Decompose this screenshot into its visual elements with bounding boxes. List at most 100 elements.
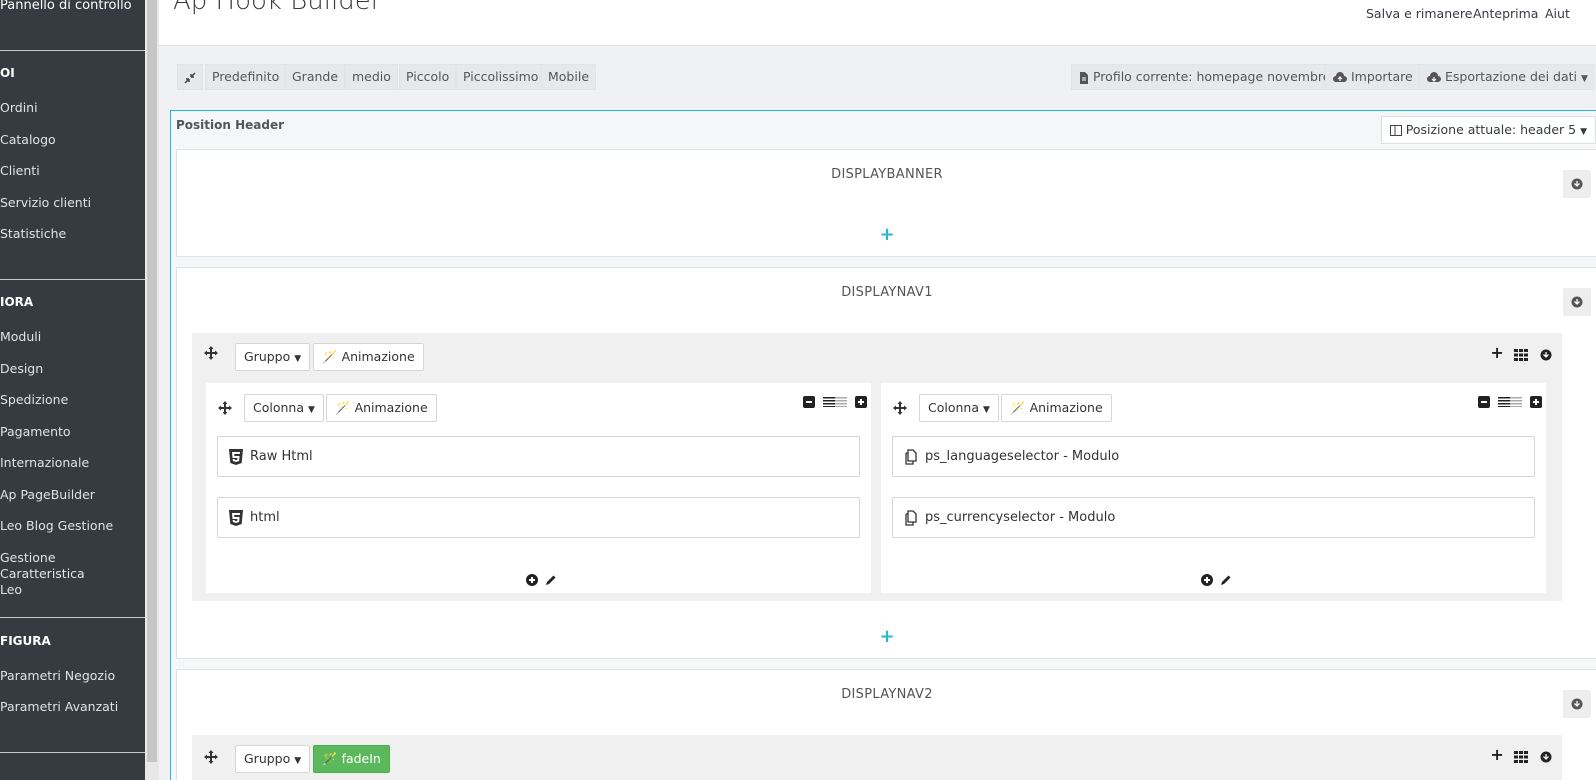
hook-displaybanner: DISPLAYBANNER + <box>176 149 1596 257</box>
sidebar-item-pagamento[interactable]: Pagamento <box>0 424 140 440</box>
caret-down-icon: ▼ <box>294 756 302 766</box>
hook-collapse-button[interactable] <box>1563 170 1591 198</box>
move-icon[interactable] <box>218 400 232 419</box>
profile-label: Profilo corrente: homepage novembre <box>1092 69 1331 84</box>
scrollbar-thumb[interactable] <box>147 0 157 762</box>
position-header-panel: Position Header Posizione attuale: heade… <box>170 110 1596 780</box>
move-icon[interactable] <box>204 749 218 768</box>
import-button[interactable]: Importare <box>1325 64 1421 90</box>
sidebar-section-orders: OI <box>0 66 15 80</box>
animation-label: Animazione <box>354 400 428 415</box>
arrow-circle-down-icon <box>1571 698 1583 710</box>
current-position-dropdown[interactable]: Posizione attuale: header 5 ▼ <box>1380 116 1596 144</box>
sidebar-item-ap-pagebuilder[interactable]: Ap PageBuilder <box>0 487 140 503</box>
export-dropdown[interactable]: Esportazione dei dati ▼ <box>1419 64 1595 90</box>
sidebar-scrollbar[interactable] <box>145 0 159 780</box>
module-ps-currencyselector[interactable]: ps_currencyselector - Modulo <box>892 497 1535 538</box>
preview-link[interactable]: Anteprima <box>1473 6 1538 21</box>
group-dropdown[interactable]: Gruppo ▼ <box>235 343 311 371</box>
add-group-button[interactable]: + <box>177 626 1596 647</box>
module-raw-html[interactable]: Raw Html <box>217 436 860 477</box>
sidebar-section-config: FIGURA <box>0 634 51 648</box>
plus-square-icon[interactable] <box>1530 395 1542 408</box>
add-column-icon[interactable]: + <box>1490 745 1503 764</box>
group-actions: + <box>1490 745 1552 764</box>
animation-label: fadeIn <box>341 751 381 766</box>
copy-icon <box>905 509 917 526</box>
arrow-circle-down-icon[interactable] <box>1540 751 1552 763</box>
arrow-circle-down-icon[interactable] <box>1540 349 1552 361</box>
width-bars-icon[interactable] <box>1497 396 1522 407</box>
sidebar-item-servizio-clienti[interactable]: Servizio clienti <box>0 195 140 211</box>
add-column-icon[interactable]: + <box>1490 343 1503 362</box>
import-label: Importare <box>1350 69 1413 84</box>
plus-square-icon[interactable] <box>855 395 867 408</box>
hook-title: DISPLAYNAV2 <box>841 687 933 702</box>
device-predefinito-button[interactable]: Predefinito <box>205 64 287 90</box>
grid-icon[interactable] <box>1513 750 1528 763</box>
column-animation-button[interactable]: 🪄 Animazione <box>326 394 437 422</box>
hook-collapse-button[interactable] <box>1563 690 1591 718</box>
compress-button[interactable] <box>177 64 203 90</box>
sidebar-item-internazionale[interactable]: Internazionale <box>0 455 140 471</box>
pencil-icon[interactable] <box>1220 574 1232 586</box>
save-and-stay-link[interactable]: Salva e rimanere <box>1366 6 1472 21</box>
module-html[interactable]: html <box>217 497 860 538</box>
sidebar-divider <box>0 50 145 51</box>
group-actions: + <box>1490 343 1552 362</box>
html5-icon <box>229 448 243 465</box>
group-label: Gruppo <box>244 751 291 766</box>
column-actions <box>1477 394 1542 409</box>
sidebar-item-catalogo[interactable]: Catalogo <box>0 132 140 148</box>
main-content: Ap Hook Builder Salva e rimanere Antepri… <box>159 0 1596 780</box>
add-group-button[interactable]: + <box>177 224 1596 245</box>
module-name: ps_currencyselector - Modulo <box>925 510 1116 525</box>
plus-circle-icon[interactable] <box>526 573 538 586</box>
group-dropdown[interactable]: Gruppo ▼ <box>235 745 311 773</box>
grid-icon[interactable] <box>1513 348 1528 361</box>
sidebar-item-parametri-avanzati[interactable]: Parametri Avanzati <box>0 699 140 715</box>
width-bars-icon[interactable] <box>822 396 847 407</box>
device-medio-button[interactable]: medio <box>345 64 398 90</box>
group-animation-button[interactable]: 🪄 fadeIn <box>313 745 390 773</box>
device-mobile-button[interactable]: Mobile <box>541 64 597 90</box>
caret-down-icon: ▼ <box>1580 127 1587 137</box>
move-icon[interactable] <box>893 400 907 419</box>
sidebar-divider <box>0 279 145 280</box>
column-dropdown[interactable]: Colonna ▼ <box>244 394 324 422</box>
magic-wand-icon: 🪄 <box>1010 400 1026 415</box>
sidebar-item-leo-blog[interactable]: Leo Blog Gestione <box>0 518 140 534</box>
sidebar-item-parametri-negozio[interactable]: Parametri Negozio <box>0 668 140 684</box>
pencil-icon[interactable] <box>545 574 557 586</box>
group-animation-button[interactable]: 🪄 Animazione <box>313 343 424 371</box>
move-icon[interactable] <box>204 345 218 364</box>
column-dropdown[interactable]: Colonna ▼ <box>919 394 999 422</box>
device-grande-button[interactable]: Grande <box>285 64 346 90</box>
device-piccolo-button[interactable]: Piccolo <box>399 64 457 90</box>
sidebar-item-statistiche[interactable]: Statistiche <box>0 226 140 242</box>
sidebar-item-ordini[interactable]: Ordini <box>0 100 140 116</box>
sidebar-item-design[interactable]: Design <box>0 361 140 377</box>
device-piccolissimo-button[interactable]: Piccolissimo <box>456 64 546 90</box>
group-label: Gruppo <box>244 349 291 364</box>
sidebar-item-clienti[interactable]: Clienti <box>0 163 140 179</box>
cloud-upload-icon <box>1333 72 1347 82</box>
column-label: Colonna <box>253 400 305 415</box>
cloud-download-icon <box>1427 72 1441 82</box>
file-icon <box>1080 71 1088 84</box>
column-animation-button[interactable]: 🪄 Animazione <box>1001 394 1112 422</box>
minus-square-icon[interactable] <box>1477 395 1490 408</box>
sidebar-item-spedizione[interactable]: Spedizione <box>0 392 140 408</box>
hook-collapse-button[interactable] <box>1563 288 1591 316</box>
minus-square-icon[interactable] <box>802 395 815 408</box>
group-row: Gruppo ▼ 🪄 Animazione + Colonna ▼ 🪄 Anim… <box>192 333 1562 601</box>
sidebar-item-moduli[interactable]: Moduli <box>0 329 140 345</box>
module-ps-languageselector[interactable]: ps_languageselector - Modulo <box>892 436 1535 477</box>
hook-displaynav2: DISPLAYNAV2 Gruppo ▼ 🪄 fadeIn + <box>176 669 1596 780</box>
sidebar-item-dashboard[interactable]: Pannello di controllo <box>0 0 145 13</box>
plus-circle-icon[interactable] <box>1201 573 1213 586</box>
profile-dropdown[interactable]: Profilo corrente: homepage novembre ▼ <box>1071 64 1350 90</box>
sidebar-item-gestione-caratteristica[interactable]: Gestione Caratteristica Leo <box>0 550 110 598</box>
magic-wand-icon: 🪄 <box>335 400 351 415</box>
help-link[interactable]: Aiut <box>1545 6 1570 21</box>
